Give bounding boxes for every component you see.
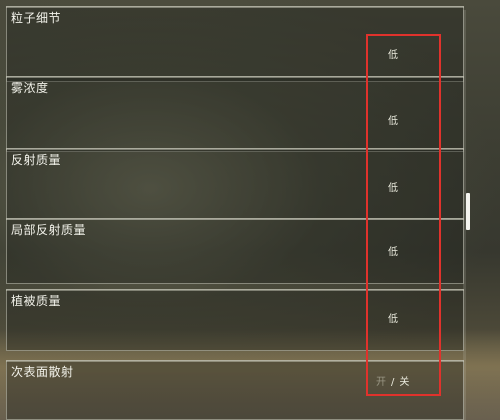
highlight-annotation-box	[366, 34, 441, 396]
scrollbar-thumb[interactable]	[466, 193, 470, 230]
setting-label: 反射质量	[11, 153, 62, 167]
setting-label: 植被质量	[11, 294, 62, 308]
setting-label: 局部反射质量	[11, 223, 87, 237]
setting-label: 粒子细节	[11, 11, 62, 25]
setting-label: 雾浓度	[11, 81, 49, 95]
setting-label: 次表面散射	[11, 365, 74, 379]
